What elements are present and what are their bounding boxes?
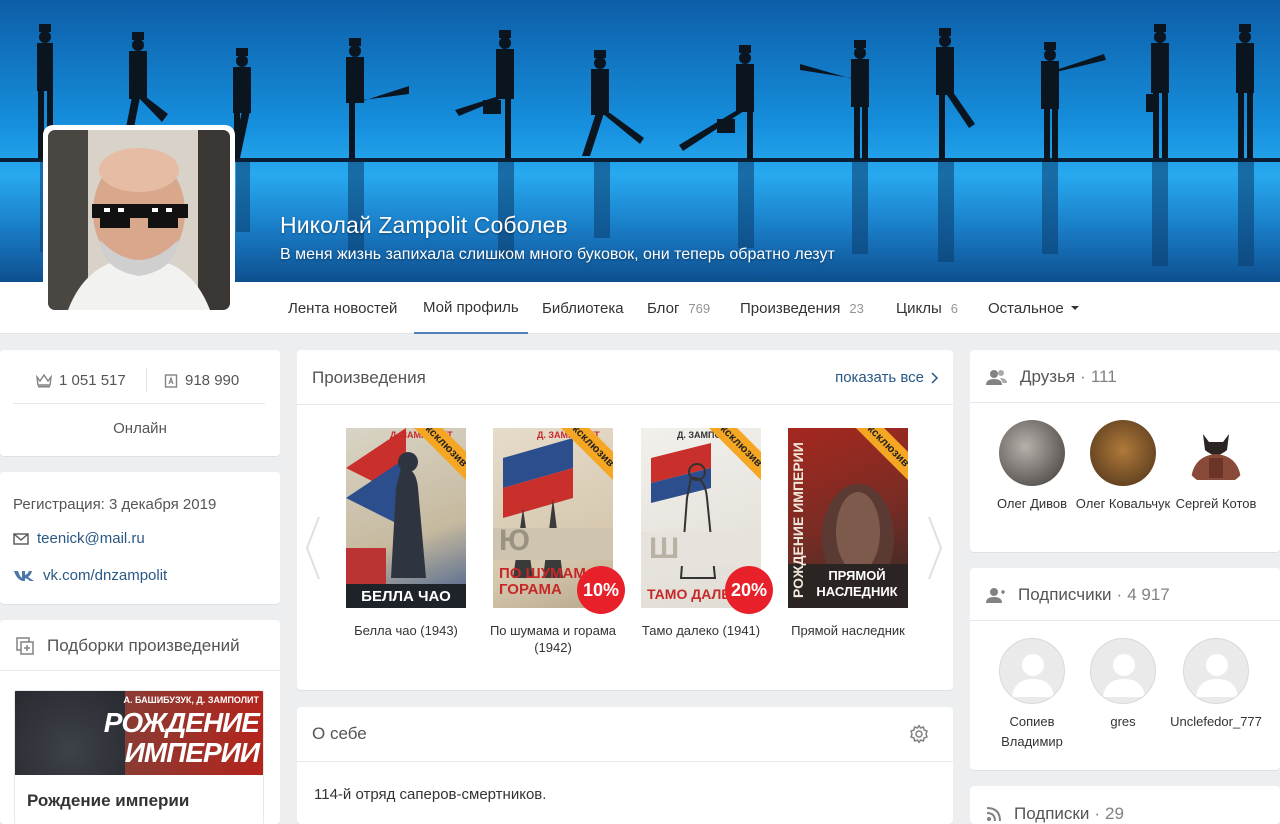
book-title[interactable]: По шумама и горама (1942)	[478, 622, 628, 656]
friends-card: Друзья · 111 Олег Дивов Олег Ковальчук Сер…	[970, 350, 1280, 552]
profile-name: Николай Zampolit Соболев	[280, 212, 568, 238]
book-cover: БЕЛЛА ЧАО Д. ЗАМПОЛИТ эксклюзив	[346, 428, 466, 608]
rating-stat[interactable]: 1 051 517	[36, 372, 126, 389]
registration-date: Регистрация: 3 декабря 2019	[13, 496, 217, 513]
books-stat[interactable]: 918 990	[164, 372, 239, 389]
book-title[interactable]: Прямой наследник	[773, 622, 923, 639]
gear-icon[interactable]	[909, 724, 929, 744]
book-title[interactable]: Белла чао (1943)	[331, 622, 481, 639]
default-avatar-icon	[1183, 638, 1249, 704]
collections-card: Подборки произведений А. БАШИБУЗУК, Д. З…	[0, 620, 280, 824]
email-link[interactable]: teenick@mail.ru	[13, 530, 145, 547]
book-icon	[164, 373, 178, 388]
about-card: О себе 114-й отряд саперов-смертников.	[297, 707, 953, 824]
cover-watermark: Ш	[649, 532, 680, 565]
default-avatar-icon	[1090, 638, 1156, 704]
discount-badge: 10%	[577, 566, 625, 614]
subscriber-item[interactable]: Unclefedor_777	[1166, 638, 1266, 732]
friends-header[interactable]: Друзья · 111	[986, 367, 1117, 387]
about-text: 114-й отряд саперов-смертников.	[314, 786, 547, 803]
collections-icon	[16, 637, 34, 655]
subscriptions-card: Подписки · 29	[970, 786, 1280, 824]
book-title[interactable]: Тамо далеко (1941)	[626, 622, 776, 639]
chevron-right-icon	[931, 371, 939, 384]
exclusive-ribbon: эксклюзив	[677, 428, 761, 512]
mail-icon	[13, 532, 29, 545]
stats-card: 1 051 517 918 990 Онлайн	[0, 350, 280, 456]
profile-status: В меня жизнь запихала слишком много буко…	[280, 246, 835, 263]
banner-line1: РОЖДЕНИЕ	[103, 707, 260, 738]
rss-icon	[986, 807, 1001, 822]
collection-title: Рождение империи	[27, 791, 190, 810]
subscriber-item[interactable]: Сопиев Владимир	[982, 638, 1082, 752]
banner-line2: ИМПЕРИИ	[124, 737, 260, 768]
avatar[interactable]	[43, 125, 235, 315]
crown-icon	[36, 373, 52, 387]
divider	[0, 670, 280, 671]
book-card[interactable]: Ю ПО ШУМАМ И ГОРАМА Д. ЗАМПОЛИТ эксклюзи…	[493, 428, 625, 614]
book-card[interactable]: БЕЛЛА ЧАО Д. ЗАМПОЛИТ эксклюзив	[346, 428, 466, 608]
cover-vertical-title: РОЖДЕНИЕ ИМПЕРИИ	[790, 442, 806, 598]
divider	[970, 402, 1280, 403]
friends-count: 111	[1090, 367, 1117, 386]
divider	[297, 404, 953, 405]
subscribers-card: Подписчики · 4 917 Сопиев Владимир gres Un…	[970, 568, 1280, 770]
subscriber-item[interactable]: gres	[1073, 638, 1173, 732]
tab-works[interactable]: Произведения 23	[740, 282, 864, 334]
works-count: 23	[849, 300, 864, 316]
collections-header[interactable]: Подборки произведений	[15, 636, 240, 656]
book-card[interactable]: РОЖДЕНИЕ ИМПЕРИИ ПРЯМОЙ НАСЛЕДНИК эксклю…	[788, 428, 908, 608]
default-avatar-icon	[999, 638, 1065, 704]
friend-item[interactable]: Сергей Котов	[1166, 420, 1266, 514]
friend-avatar	[1090, 420, 1156, 486]
tab-blog[interactable]: Блог 769	[647, 282, 710, 334]
divider	[297, 761, 953, 762]
tab-series[interactable]: Циклы 6	[896, 282, 958, 334]
tab-library[interactable]: Библиотека	[542, 282, 624, 334]
subscriptions-header[interactable]: Подписки · 29	[986, 804, 1124, 824]
blog-count: 769	[688, 300, 711, 316]
vk-link[interactable]: vk.com/dnzampolit	[13, 567, 167, 584]
subscribers-count: 4 917	[1127, 585, 1170, 604]
exclusive-ribbon: эксклюзив	[824, 428, 908, 512]
works-title: Произведения	[312, 368, 426, 387]
friends-icon	[986, 370, 1007, 385]
online-status: Онлайн	[113, 420, 167, 437]
exclusive-ribbon: эксклюзив	[382, 428, 466, 512]
collection-banner: А. БАШИБУЗУК, Д. ЗАМПОЛИТ РОЖДЕНИЕ ИМПЕР…	[15, 691, 263, 775]
caret-down-icon	[1070, 306, 1079, 310]
tab-news-feed[interactable]: Лента новостей	[288, 282, 397, 334]
tab-my-profile[interactable]: Мой профиль	[414, 282, 528, 334]
works-card: Произведения показать все БЕЛЛА ЧАО Д. З…	[297, 350, 953, 690]
discount-badge: 20%	[725, 566, 773, 614]
show-all-link[interactable]: показать все	[835, 369, 939, 386]
exclusive-ribbon: эксклюзив	[529, 428, 613, 512]
subscriber-icon	[986, 588, 1005, 603]
friend-item[interactable]: Олег Ковальчук	[1073, 420, 1173, 514]
vk-icon	[14, 570, 34, 581]
divider	[970, 620, 1280, 621]
collection-item[interactable]: А. БАШИБУЗУК, Д. ЗАМПОЛИТ РОЖДЕНИЕ ИМПЕР…	[14, 690, 264, 824]
book-cover: РОЖДЕНИЕ ИМПЕРИИ ПРЯМОЙ НАСЛЕДНИК эксклю…	[788, 428, 908, 608]
avatar-photo	[48, 130, 230, 310]
about-title: О себе	[312, 724, 367, 743]
info-card: Регистрация: 3 декабря 2019 teenick@mail…	[0, 472, 280, 604]
banner-author: А. БАШИБУЗУК, Д. ЗАМПОЛИТ	[123, 695, 259, 705]
cover-title: БЕЛЛА ЧАО	[361, 588, 451, 605]
carousel-prev-arrow-icon[interactable]	[303, 515, 323, 581]
cover-title: ПРЯМОЙ НАСЛЕДНИК	[816, 568, 898, 599]
divider	[13, 403, 265, 404]
series-count: 6	[950, 300, 958, 316]
book-card[interactable]: Ш ТАМО ДАЛЕКО Д. ЗАМПОЛИТ эксклюзив 20%	[641, 428, 773, 614]
friend-avatar	[999, 420, 1065, 486]
cover-watermark: Ю	[499, 524, 530, 557]
tab-other-dropdown[interactable]: Остальное	[988, 282, 1079, 334]
subscribers-header[interactable]: Подписчики · 4 917	[986, 585, 1170, 605]
subscriptions-count: 29	[1105, 804, 1124, 823]
friend-avatar	[1183, 420, 1249, 486]
friend-item[interactable]: Олег Дивов	[982, 420, 1082, 514]
beast-avatar-art	[1191, 434, 1241, 480]
carousel-next-arrow-icon[interactable]	[925, 515, 945, 581]
stats-divider	[146, 368, 147, 392]
